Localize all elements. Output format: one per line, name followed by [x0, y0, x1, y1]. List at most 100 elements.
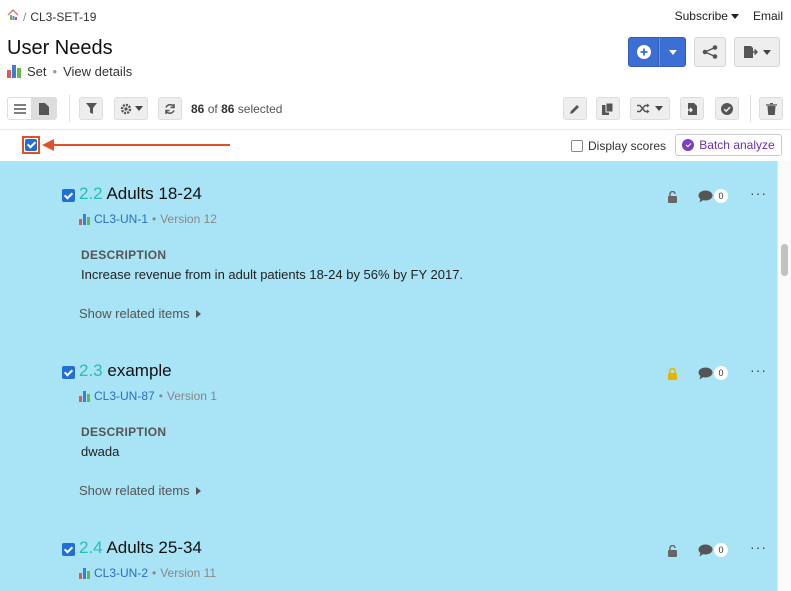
export-icon: [744, 46, 759, 58]
comments-button[interactable]: 0: [698, 366, 728, 380]
copy-icon: [602, 102, 614, 115]
copy-button[interactable]: [596, 97, 620, 120]
caret-down-icon: [763, 49, 771, 55]
set-icon: [79, 390, 90, 402]
comment-icon: [698, 544, 713, 556]
item-meta: CL3-UN-2 • Version 11: [79, 566, 216, 580]
check-circle-icon: [721, 102, 733, 115]
item-checkbox[interactable]: [62, 366, 75, 379]
item-version: Version 11: [160, 566, 217, 580]
relationships-button[interactable]: [694, 37, 726, 67]
filter-button[interactable]: [79, 97, 103, 120]
list-view-button[interactable]: [7, 97, 31, 120]
set-icon: [79, 567, 90, 579]
display-scores-checkbox[interactable]: [571, 140, 583, 152]
item-version: Version 12: [160, 212, 217, 226]
more-options-icon[interactable]: ···: [750, 185, 767, 201]
shuffle-dropdown-button[interactable]: [630, 97, 670, 120]
item-number: 2.2: [79, 184, 103, 203]
document-view-button[interactable]: [31, 97, 57, 120]
item-key-link[interactable]: CL3-UN-1: [94, 212, 148, 226]
separator-dot: •: [158, 389, 163, 403]
item-key-link[interactable]: CL3-UN-87: [94, 389, 155, 403]
unlock-icon[interactable]: [667, 190, 678, 208]
item-title[interactable]: 2.2 Adults 18-24: [79, 184, 202, 204]
review-button[interactable]: [715, 97, 739, 120]
filter-icon: [85, 103, 97, 114]
view-details-link[interactable]: View details: [63, 64, 132, 79]
file-import-icon: [686, 102, 697, 115]
total-count: 86: [221, 102, 235, 116]
list-toolbar: 86 of 86 selected: [0, 93, 791, 125]
show-related-toggle[interactable]: Show related items: [79, 483, 201, 498]
checkmark-icon: [25, 139, 37, 151]
breadcrumb-separator: /: [23, 9, 27, 24]
plus-circle-icon: [636, 45, 651, 59]
separator-dot: •: [152, 212, 157, 226]
export-dropdown-button[interactable]: [734, 37, 780, 67]
item-meta: CL3-UN-1 • Version 12: [79, 212, 217, 226]
separator-dot: •: [152, 566, 157, 580]
comments-button[interactable]: 0: [698, 189, 728, 203]
toolbar-divider: [69, 95, 70, 122]
caret-down-icon: [668, 49, 677, 55]
refresh-button[interactable]: [158, 97, 182, 120]
comment-count: 0: [714, 189, 728, 203]
display-scores-toggle[interactable]: Display scores: [571, 139, 666, 153]
comment-count: 0: [714, 366, 728, 380]
item-name: Adults 25-34: [106, 538, 202, 557]
caret-right-icon: [195, 309, 201, 318]
show-related-label: Show related items: [79, 306, 190, 321]
more-options-icon[interactable]: ···: [750, 362, 767, 378]
selection-count: 86 of 86 selected: [191, 102, 282, 116]
list-icon: [13, 103, 26, 114]
import-button[interactable]: [680, 97, 704, 120]
selected-count: 86: [191, 102, 205, 116]
batch-analyze-label: Batch analyze: [699, 138, 775, 152]
item-number: 2.3: [79, 361, 103, 380]
scrollbar-thumb[interactable]: [781, 244, 788, 276]
item-checkbox[interactable]: [62, 543, 75, 556]
breadcrumb-item[interactable]: CL3-SET-19: [30, 10, 96, 24]
selected-label: selected: [237, 102, 283, 116]
home-icon[interactable]: [7, 9, 19, 24]
settings-dropdown-button[interactable]: [114, 97, 148, 120]
description-heading: DESCRIPTION: [81, 248, 167, 262]
subscribe-dropdown[interactable]: Subscribe: [675, 9, 739, 23]
item-version: Version 1: [166, 389, 217, 403]
caret-down-icon: [134, 106, 143, 111]
more-options-icon[interactable]: ···: [750, 539, 767, 555]
item-meta: CL3-UN-87 • Version 1: [79, 389, 217, 403]
of-label: of: [207, 102, 218, 116]
edit-button[interactable]: [563, 97, 587, 120]
separator-dot: •: [52, 64, 58, 79]
caret-down-icon: [730, 14, 739, 20]
trash-icon: [765, 102, 777, 115]
caret-right-icon: [195, 486, 201, 495]
description-text: Increase revenue from in adult patients …: [81, 267, 464, 282]
display-scores-label: Display scores: [588, 139, 667, 153]
add-dropdown-button[interactable]: [659, 37, 686, 67]
delete-button[interactable]: [759, 97, 783, 120]
show-related-toggle[interactable]: Show related items: [79, 306, 201, 321]
add-button[interactable]: [628, 37, 659, 67]
item-title[interactable]: 2.4 Adults 25-34: [79, 538, 202, 558]
top-bar: / CL3-SET-19 Subscribe Email: [0, 0, 791, 32]
item-key-link[interactable]: CL3-UN-2: [94, 566, 148, 580]
comment-count: 0: [714, 543, 728, 557]
description-text: dwada: [81, 444, 120, 459]
set-icon: [7, 65, 21, 78]
subscribe-label: Subscribe: [674, 9, 728, 23]
scrollbar[interactable]: [777, 161, 791, 591]
comments-button[interactable]: 0: [698, 543, 728, 557]
set-icon: [79, 213, 90, 225]
select-all-checkbox[interactable]: [22, 136, 40, 154]
unlock-icon[interactable]: [667, 544, 678, 562]
item-title[interactable]: 2.3 example: [79, 361, 172, 381]
item-checkbox[interactable]: [62, 189, 75, 202]
lock-icon[interactable]: [667, 367, 678, 385]
email-link[interactable]: Email: [753, 9, 783, 23]
breadcrumb: / CL3-SET-19: [7, 9, 96, 24]
batch-analyze-button[interactable]: Batch analyze: [675, 134, 782, 156]
pencil-icon: [570, 104, 579, 114]
